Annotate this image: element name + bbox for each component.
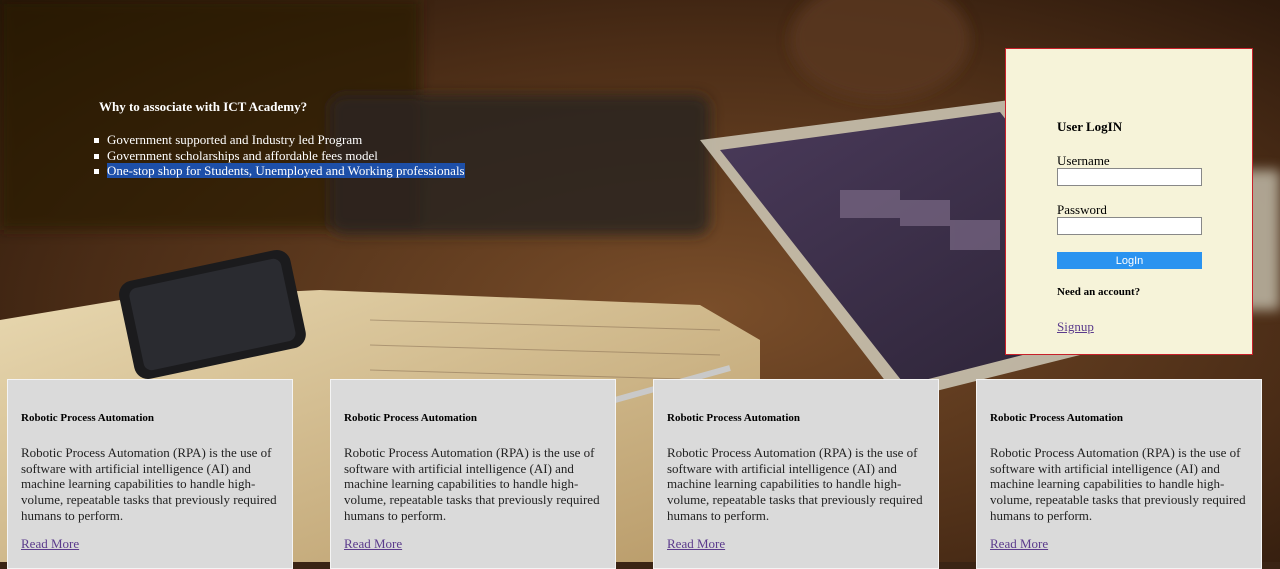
course-card: Robotic Process Automation Robotic Proce… [653,379,939,569]
hero-points-list: Government supported and Industry led Pr… [94,132,465,179]
login-button[interactable]: LogIn [1057,252,1202,269]
read-more-link[interactable]: Read More [667,536,725,552]
card-title: Robotic Process Automation [667,412,801,424]
course-card: Robotic Process Automation Robotic Proce… [7,379,293,569]
signup-link[interactable]: Signup [1057,319,1094,335]
card-title: Robotic Process Automation [990,412,1124,424]
need-account-text: Need an account? [1057,286,1141,298]
card-title: Robotic Process Automation [21,412,155,424]
read-more-link[interactable]: Read More [344,536,402,552]
card-title: Robotic Process Automation [344,412,478,424]
hero-section: Why to associate with ICT Academy? Gover… [94,99,465,179]
bullet-icon [94,153,99,159]
login-panel: User LogIN Username Password LogIn Need … [1005,48,1253,355]
hero-heading: Why to associate with ICT Academy? [99,99,308,114]
read-more-link[interactable]: Read More [21,536,79,552]
selected-text: One-stop shop for Students, Unemployed a… [107,163,465,178]
bullet-icon [94,138,99,143]
card-description: Robotic Process Automation (RPA) is the … [344,445,600,523]
username-input[interactable] [1057,168,1202,186]
course-card: Robotic Process Automation Robotic Proce… [976,379,1262,569]
bullet-icon [94,169,99,174]
password-input[interactable] [1057,217,1202,235]
login-title: User LogIN [1057,119,1123,134]
password-label: Password [1057,202,1107,217]
card-description: Robotic Process Automation (RPA) is the … [990,445,1246,523]
hero-point: Government supported and Industry led Pr… [94,132,465,148]
hero-point: Government scholarships and affordable f… [94,148,465,164]
course-card: Robotic Process Automation Robotic Proce… [330,379,616,569]
hero-point: One-stop shop for Students, Unemployed a… [94,163,465,179]
card-description: Robotic Process Automation (RPA) is the … [667,445,923,523]
username-label: Username [1057,153,1110,168]
read-more-link[interactable]: Read More [990,536,1048,552]
card-description: Robotic Process Automation (RPA) is the … [21,445,277,523]
